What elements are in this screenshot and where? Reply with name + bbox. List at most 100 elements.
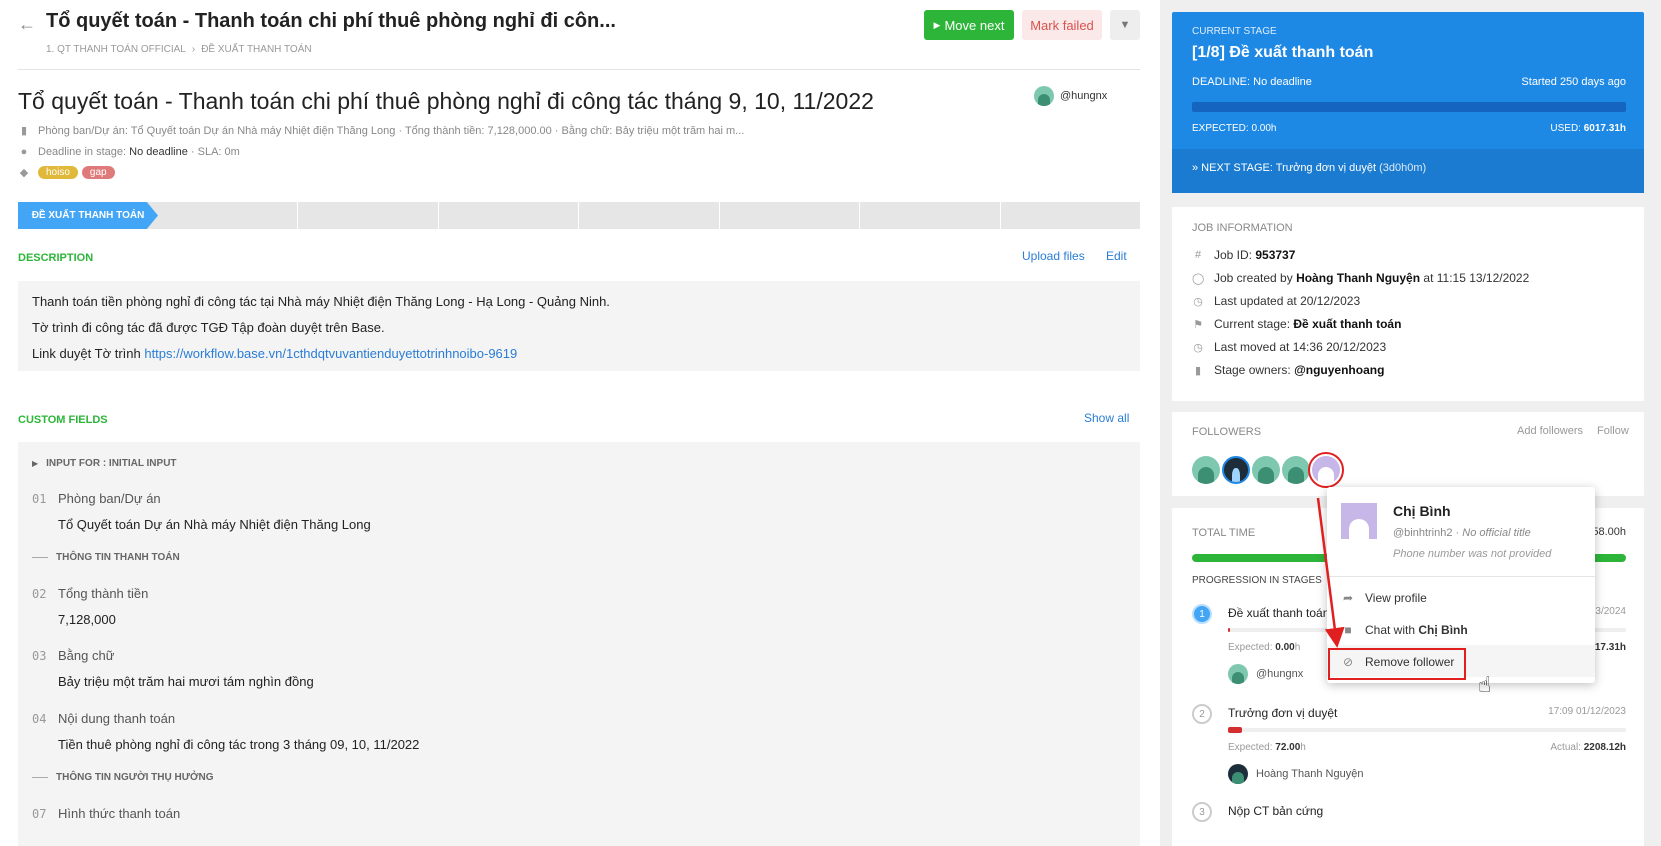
job-created-row: ◯ Job created by Hoàng Thanh Nguyện at 11… <box>1192 271 1529 285</box>
mark-failed-button[interactable]: Mark failed <box>1022 10 1102 40</box>
stage-segment[interactable] <box>579 202 720 229</box>
last-moved-row: ◷ Last moved at 14:36 20/12/2023 <box>1192 340 1386 354</box>
field-label: Phòng ban/Dự án <box>58 491 161 506</box>
field-value: Bảy triệu một trăm hai mươi tám nghìn đồ… <box>58 674 314 689</box>
next-stage[interactable]: » NEXT STAGE: Trưởng đơn vị duyệt (3d0h0… <box>1172 149 1644 193</box>
show-all-link[interactable]: Show all <box>1084 411 1129 425</box>
move-next-label: Move next <box>944 17 1005 33</box>
sla-value: · SLA: 0m <box>190 146 240 158</box>
follower-avatar[interactable] <box>1192 456 1220 484</box>
stage-segment[interactable] <box>860 202 1001 229</box>
flag-icon: ⚑ <box>1193 318 1203 331</box>
current-stage-card: CURRENT STAGE [1/8] Đề xuất thanh toán D… <box>1172 12 1644 193</box>
description-line: Link duyệt Tờ trình <box>32 346 145 361</box>
stage-segment[interactable] <box>1001 202 1140 229</box>
edit-link[interactable]: Edit <box>1106 249 1127 263</box>
bookmark-icon: ▮ <box>1194 364 1202 377</box>
group-initial-input[interactable]: ▶ INPUT FOR : INITIAL INPUT <box>32 458 177 469</box>
stage-expected: EXPECTED: 0.00h <box>1192 123 1277 134</box>
current-stage-label: CURRENT STAGE <box>1192 26 1277 37</box>
stage-active[interactable]: ĐỀ XUẤT THANH TOÁN <box>18 202 158 229</box>
description-label: DESCRIPTION <box>18 252 94 264</box>
upload-files-link[interactable]: Upload files <box>1022 249 1085 263</box>
caret-right-icon: ▶ <box>32 459 39 468</box>
job-id-row: # Job ID: 953737 <box>1192 248 1295 262</box>
view-profile-item[interactable]: ➦ View profile <box>1341 591 1427 605</box>
step-user[interactable]: Hoàng Thanh Nguyện <box>1228 764 1363 784</box>
breadcrumb-stage[interactable]: ĐỀ XUẤT THANH TOÁN <box>201 44 311 55</box>
follower-avatar-selected[interactable] <box>1308 452 1344 488</box>
tag-gap[interactable]: gap <box>81 166 115 179</box>
stage-owners-row: ▮ Stage owners: @nguyenhoang <box>1192 363 1384 377</box>
back-arrow-icon[interactable]: ← <box>18 14 36 35</box>
actual-value: 17.31h <box>1594 642 1626 653</box>
avatar <box>1228 764 1248 784</box>
divider <box>32 557 48 558</box>
owners-label: Stage owners: <box>1214 363 1291 377</box>
field-number: 03 <box>32 649 47 663</box>
total-time-label: TOTAL TIME <box>1192 527 1256 539</box>
owners-value[interactable]: @nguyenhoang <box>1294 363 1384 377</box>
follow-link[interactable]: Follow <box>1597 425 1629 437</box>
group-label: INPUT FOR : INITIAL INPUT <box>46 458 177 469</box>
field-value: Tổ Quyết toán Dự án Nhà máy Nhiệt điện T… <box>58 517 371 532</box>
share-arrow-icon: ➦ <box>1342 591 1354 605</box>
deadline-label: DEADLINE: <box>1192 76 1251 88</box>
description-line: Tờ trình đi công tác đã được TGĐ Tập đoà… <box>32 320 385 335</box>
group-label: THÔNG TIN THANH TOÁN <box>56 552 180 563</box>
breadcrumb-workflow[interactable]: 1. QT THANH TOÁN OFFICIAL <box>46 44 186 55</box>
bookmark-icon: ▮ <box>20 125 28 137</box>
step-date: 17:09 01/12/2023 <box>1548 706 1626 717</box>
follower-avatar[interactable] <box>1252 456 1280 484</box>
stage-segment[interactable] <box>298 202 439 229</box>
user-circle-icon: ◯ <box>1192 272 1205 285</box>
expected-value: 72.00 <box>1275 742 1301 753</box>
group-label: THÔNG TIN NGƯỜI THỤ HƯỞNG <box>56 772 214 783</box>
step-number: 1 <box>1192 604 1212 624</box>
created-by[interactable]: Hoàng Thanh Nguyện <box>1296 271 1420 285</box>
job-meta-text: Phòng ban/Dự án: Tổ Quyết toán Dự án Nhà… <box>38 124 745 137</box>
follower-avatar[interactable] <box>1222 456 1250 484</box>
add-followers-link[interactable]: Add followers <box>1517 425 1583 437</box>
breadcrumb: 1. QT THANH TOÁN OFFICIAL › ĐỀ XUẤT THANH … <box>46 44 312 55</box>
group-beneficiary-info: THÔNG TIN NGƯỜI THỤ HƯỞNG <box>32 772 214 783</box>
tags-icon: ◆ <box>19 167 29 179</box>
chat-item[interactable]: ■ Chat with Chị Bình <box>1341 623 1467 637</box>
tag-hoiso[interactable]: hoiso <box>38 166 78 179</box>
stage-used: USED: 6017.31h <box>1550 123 1626 134</box>
custom-fields-box: ▶ INPUT FOR : INITIAL INPUT 01 Phòng ban/… <box>18 442 1140 846</box>
job-meta: ▮ Phòng ban/Dự án: Tổ Quyết toán Dự án N… <box>18 124 745 138</box>
stage-segment[interactable] <box>158 202 299 229</box>
avatar <box>1034 86 1054 106</box>
tags-line: ◆ hoiso gap <box>18 166 119 179</box>
step-user[interactable]: @hungnx <box>1228 664 1303 684</box>
popup-name: Chị Bình <box>1393 503 1451 519</box>
followers-list <box>1192 452 1344 488</box>
official-title: No official title <box>1462 527 1531 539</box>
stage-segment[interactable] <box>439 202 580 229</box>
handle: @binhtrinh2 <box>1393 527 1453 539</box>
job-information-label: JOB INFORMATION <box>1192 222 1293 234</box>
created-at: at 11:15 13/12/2022 <box>1423 271 1530 285</box>
field-label: Nội dung thanh toán <box>58 711 176 726</box>
step-actual: Actual: 2208.12h <box>1550 742 1626 753</box>
step-actual: 17.31h <box>1595 642 1626 653</box>
step-name: Trưởng đơn vị duyệt <box>1228 706 1338 720</box>
field-value: Tiền thuê phòng nghỉ đi công tác trong 3… <box>58 737 420 752</box>
approval-link[interactable]: https://workflow.base.vn/1cthdqtvuvantie… <box>144 346 517 361</box>
job-owner[interactable]: @hungnx <box>1034 86 1107 106</box>
progression-label: PROGRESSION IN STAGES <box>1192 575 1322 586</box>
chat-icon: ■ <box>1344 623 1352 637</box>
step-bar-fill <box>1228 628 1231 632</box>
actual-label: Actual: <box>1550 742 1581 753</box>
stage-segment[interactable] <box>720 202 861 229</box>
group-payment-info: THÔNG TIN THANH TOÁN <box>32 552 180 563</box>
move-next-button[interactable]: ▶ Move next <box>924 10 1014 40</box>
more-options-button[interactable]: ▼ <box>1110 10 1140 40</box>
field-value: 7,128,000 <box>58 612 116 627</box>
follower-avatar[interactable] <box>1282 456 1310 484</box>
hand-cursor-icon: ☝ <box>1478 672 1492 697</box>
step-bar-fill <box>1228 727 1242 733</box>
chevron-down-icon: ▼ <box>1119 19 1131 31</box>
current-stage-name: [1/8] Đề xuất thanh toán <box>1192 44 1374 61</box>
